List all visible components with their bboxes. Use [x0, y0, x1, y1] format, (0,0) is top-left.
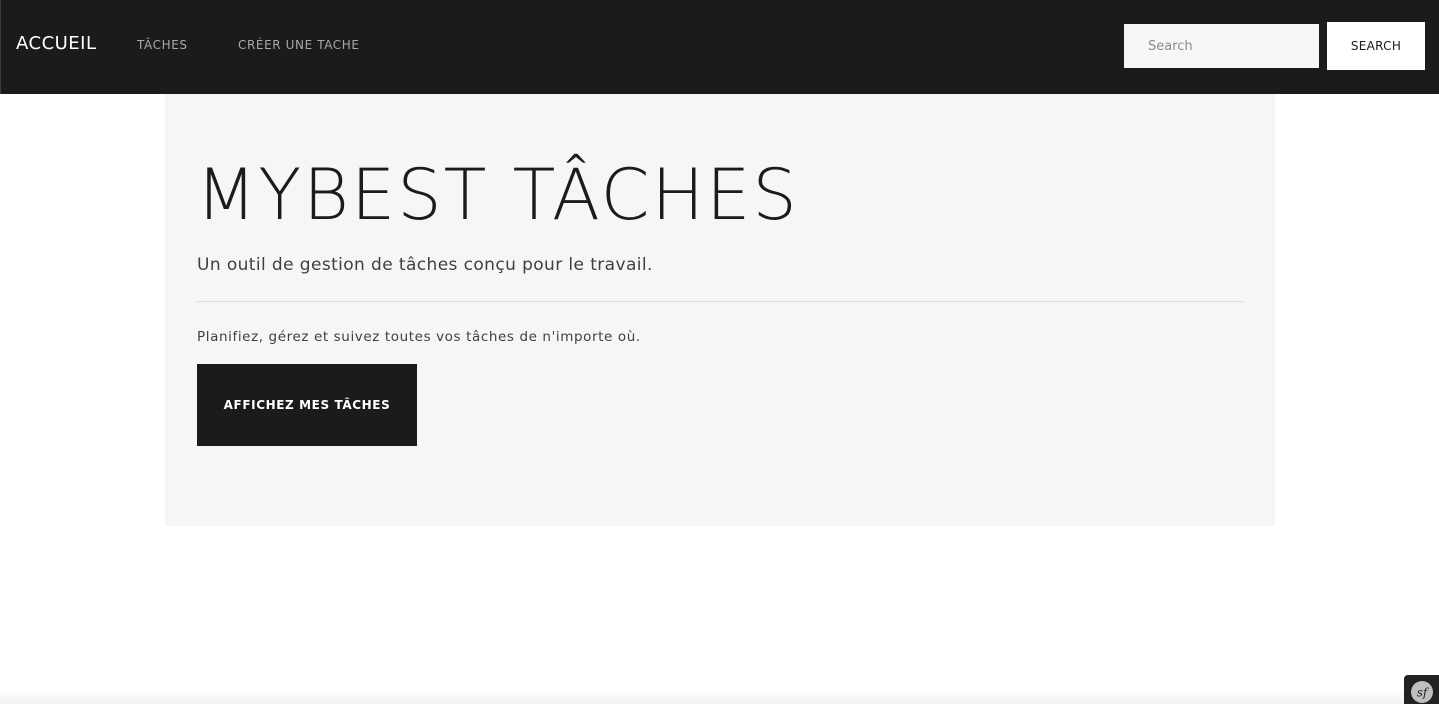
show-my-tasks-button[interactable]: AFFICHEZ MES TÂCHES — [197, 364, 417, 446]
hero-text: Planifiez, gérez et suivez toutes vos tâ… — [197, 329, 641, 345]
hero-divider — [197, 301, 1243, 302]
brand-link[interactable]: ACCUEIL — [16, 33, 97, 54]
nav-link-create-task[interactable]: CRÉER UNE TACHE — [238, 38, 360, 52]
search-input[interactable] — [1124, 24, 1319, 68]
symfony-toolbar-toggle[interactable]: sf — [1404, 675, 1439, 704]
nav-link-tasks[interactable]: TÂCHES — [137, 38, 188, 52]
hero-title: MYBEST TÂCHES — [196, 154, 799, 236]
hero-jumbotron: MYBEST TÂCHES Un outil de gestion de tâc… — [165, 94, 1275, 526]
search-button[interactable]: SEARCH — [1327, 22, 1425, 70]
navbar: ACCUEIL TÂCHES CRÉER UNE TACHE SEARCH — [0, 0, 1439, 94]
symfony-icon: sf — [1411, 681, 1433, 703]
page-bottom-shadow — [0, 690, 1439, 704]
hero-lead: Un outil de gestion de tâches conçu pour… — [197, 255, 653, 275]
